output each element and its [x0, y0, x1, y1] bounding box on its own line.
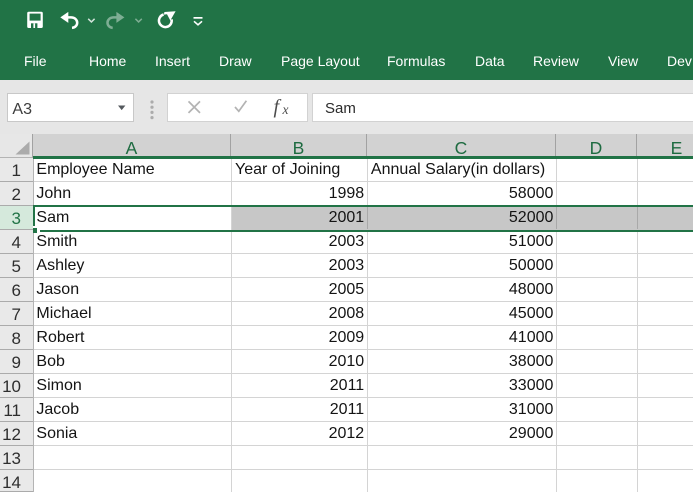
svg-text:x: x	[282, 102, 289, 117]
svg-text:f: f	[274, 96, 282, 118]
